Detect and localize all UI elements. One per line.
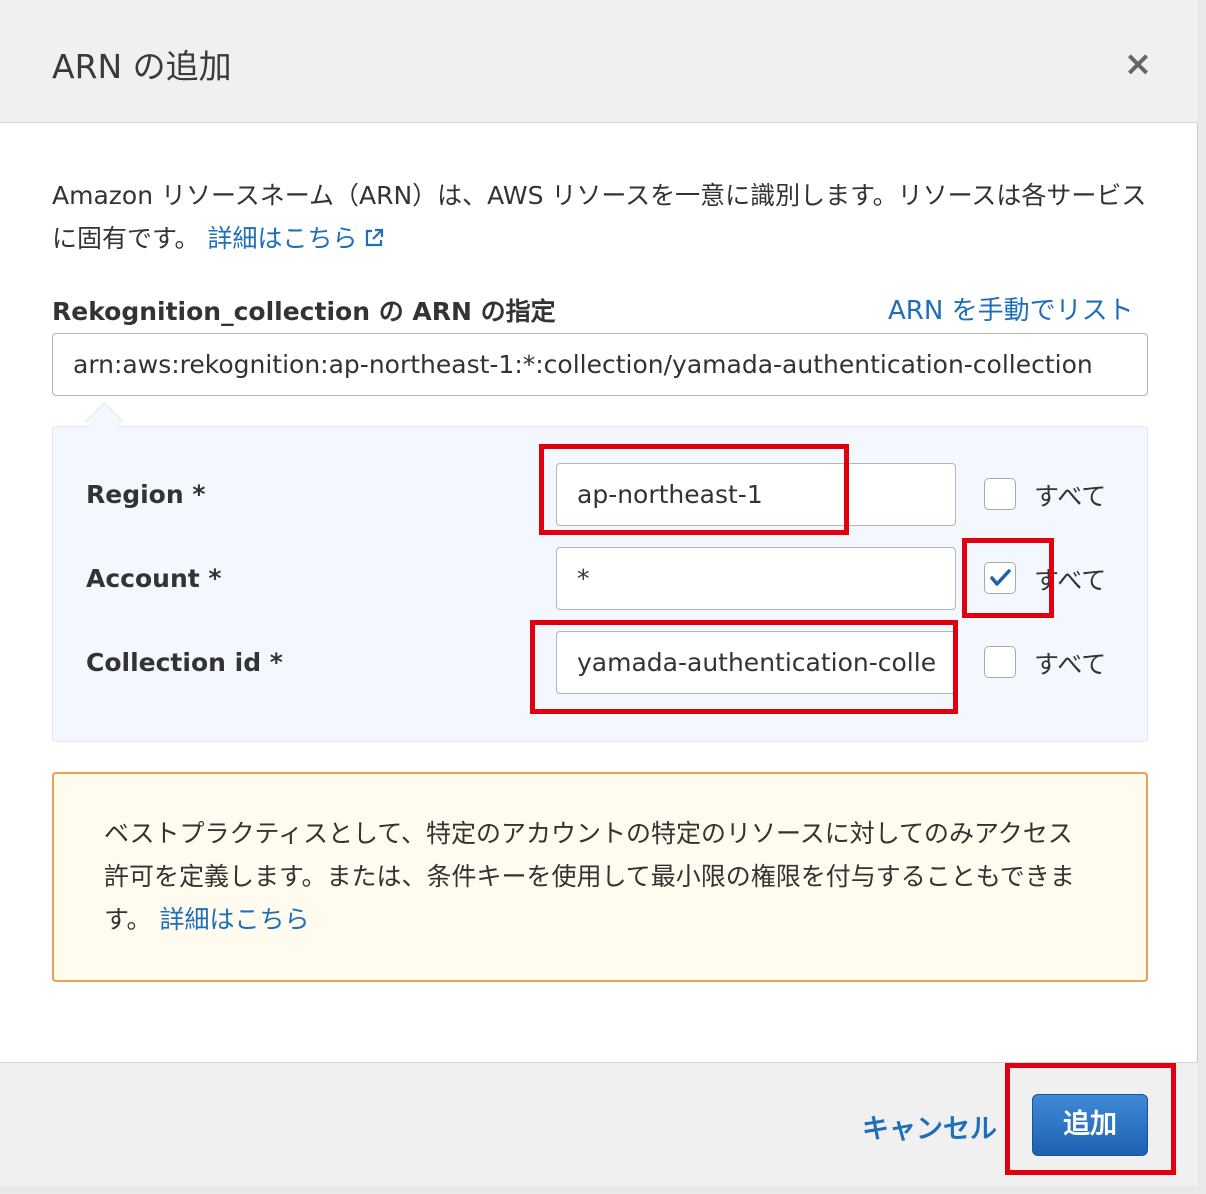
account-input[interactable]	[556, 547, 956, 610]
highlight-box	[962, 538, 1054, 618]
note-text: ベストプラクティスとして、特定のアカウントの特定のリソースに対してのみアクセス許…	[104, 812, 1094, 941]
region-all-label: すべて	[1034, 482, 1107, 511]
arn-spec-label: Rekognition_collection の ARN の指定	[52, 297, 556, 326]
collection-id-all-checkbox[interactable]	[984, 646, 1016, 678]
highlight-box	[530, 620, 958, 714]
dialog-title: ARN の追加	[52, 47, 232, 86]
highlight-box	[539, 444, 849, 535]
dialog-description: Amazon リソースネーム（ARN）は、AWS リソースを一意に識別します。リ…	[52, 174, 1152, 262]
arn-input[interactable]	[52, 333, 1148, 396]
account-label: Account *	[86, 564, 222, 593]
highlight-box	[1005, 1063, 1176, 1175]
add-arn-dialog: ARN の追加 × Amazon リソースネーム（ARN）は、AWS リソースを…	[0, 0, 1198, 1186]
collection-id-all-label: すべて	[1034, 650, 1107, 679]
external-link-icon	[363, 219, 385, 262]
region-label: Region *	[86, 480, 206, 509]
close-icon[interactable]: ×	[1122, 47, 1154, 81]
learn-more-label: 詳細はこちら	[207, 224, 358, 253]
manual-arn-list-link[interactable]: ARN を手動でリスト	[888, 290, 1134, 327]
region-all-checkbox[interactable]	[984, 478, 1016, 510]
background-edge	[0, 1186, 1206, 1194]
collection-id-label: Collection id *	[86, 648, 283, 677]
learn-more-link[interactable]: 詳細はこちら	[207, 224, 385, 253]
note-learn-more-link[interactable]: 詳細はこちら	[159, 905, 309, 934]
cancel-button[interactable]: キャンセル	[862, 1107, 997, 1146]
background-edge	[1198, 0, 1206, 1194]
